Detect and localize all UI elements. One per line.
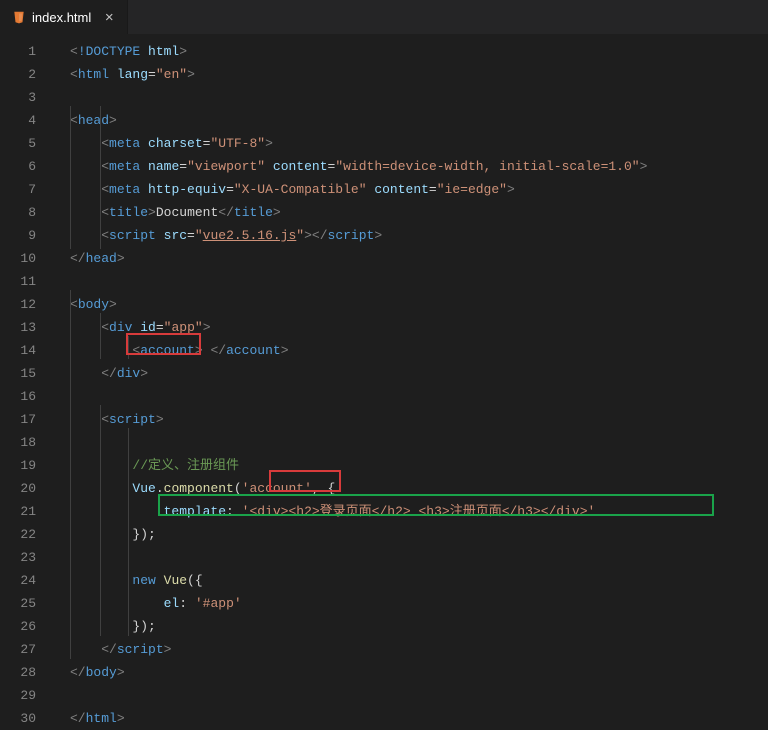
close-icon[interactable]: × — [101, 10, 117, 25]
html-file-icon — [12, 10, 26, 24]
indent-guide — [100, 313, 101, 359]
indent-guide — [100, 106, 101, 249]
indent-guide — [128, 336, 129, 359]
code-area[interactable]: <!DOCTYPE html> <html lang="en"> <head> … — [54, 34, 768, 730]
indent-guide — [100, 405, 101, 636]
indent-guide — [128, 428, 129, 636]
tab-bar: index.html × — [0, 0, 768, 34]
tab-label: index.html — [32, 10, 91, 25]
tab-index-html[interactable]: index.html × — [0, 0, 128, 34]
editor-window: index.html × 12345 678910 1112131415 161… — [0, 0, 768, 730]
indent-guide — [70, 106, 71, 249]
code-editor[interactable]: 12345 678910 1112131415 1617181920 21222… — [0, 34, 768, 730]
line-numbers: 12345 678910 1112131415 1617181920 21222… — [0, 34, 54, 730]
indent-guide — [70, 290, 71, 659]
